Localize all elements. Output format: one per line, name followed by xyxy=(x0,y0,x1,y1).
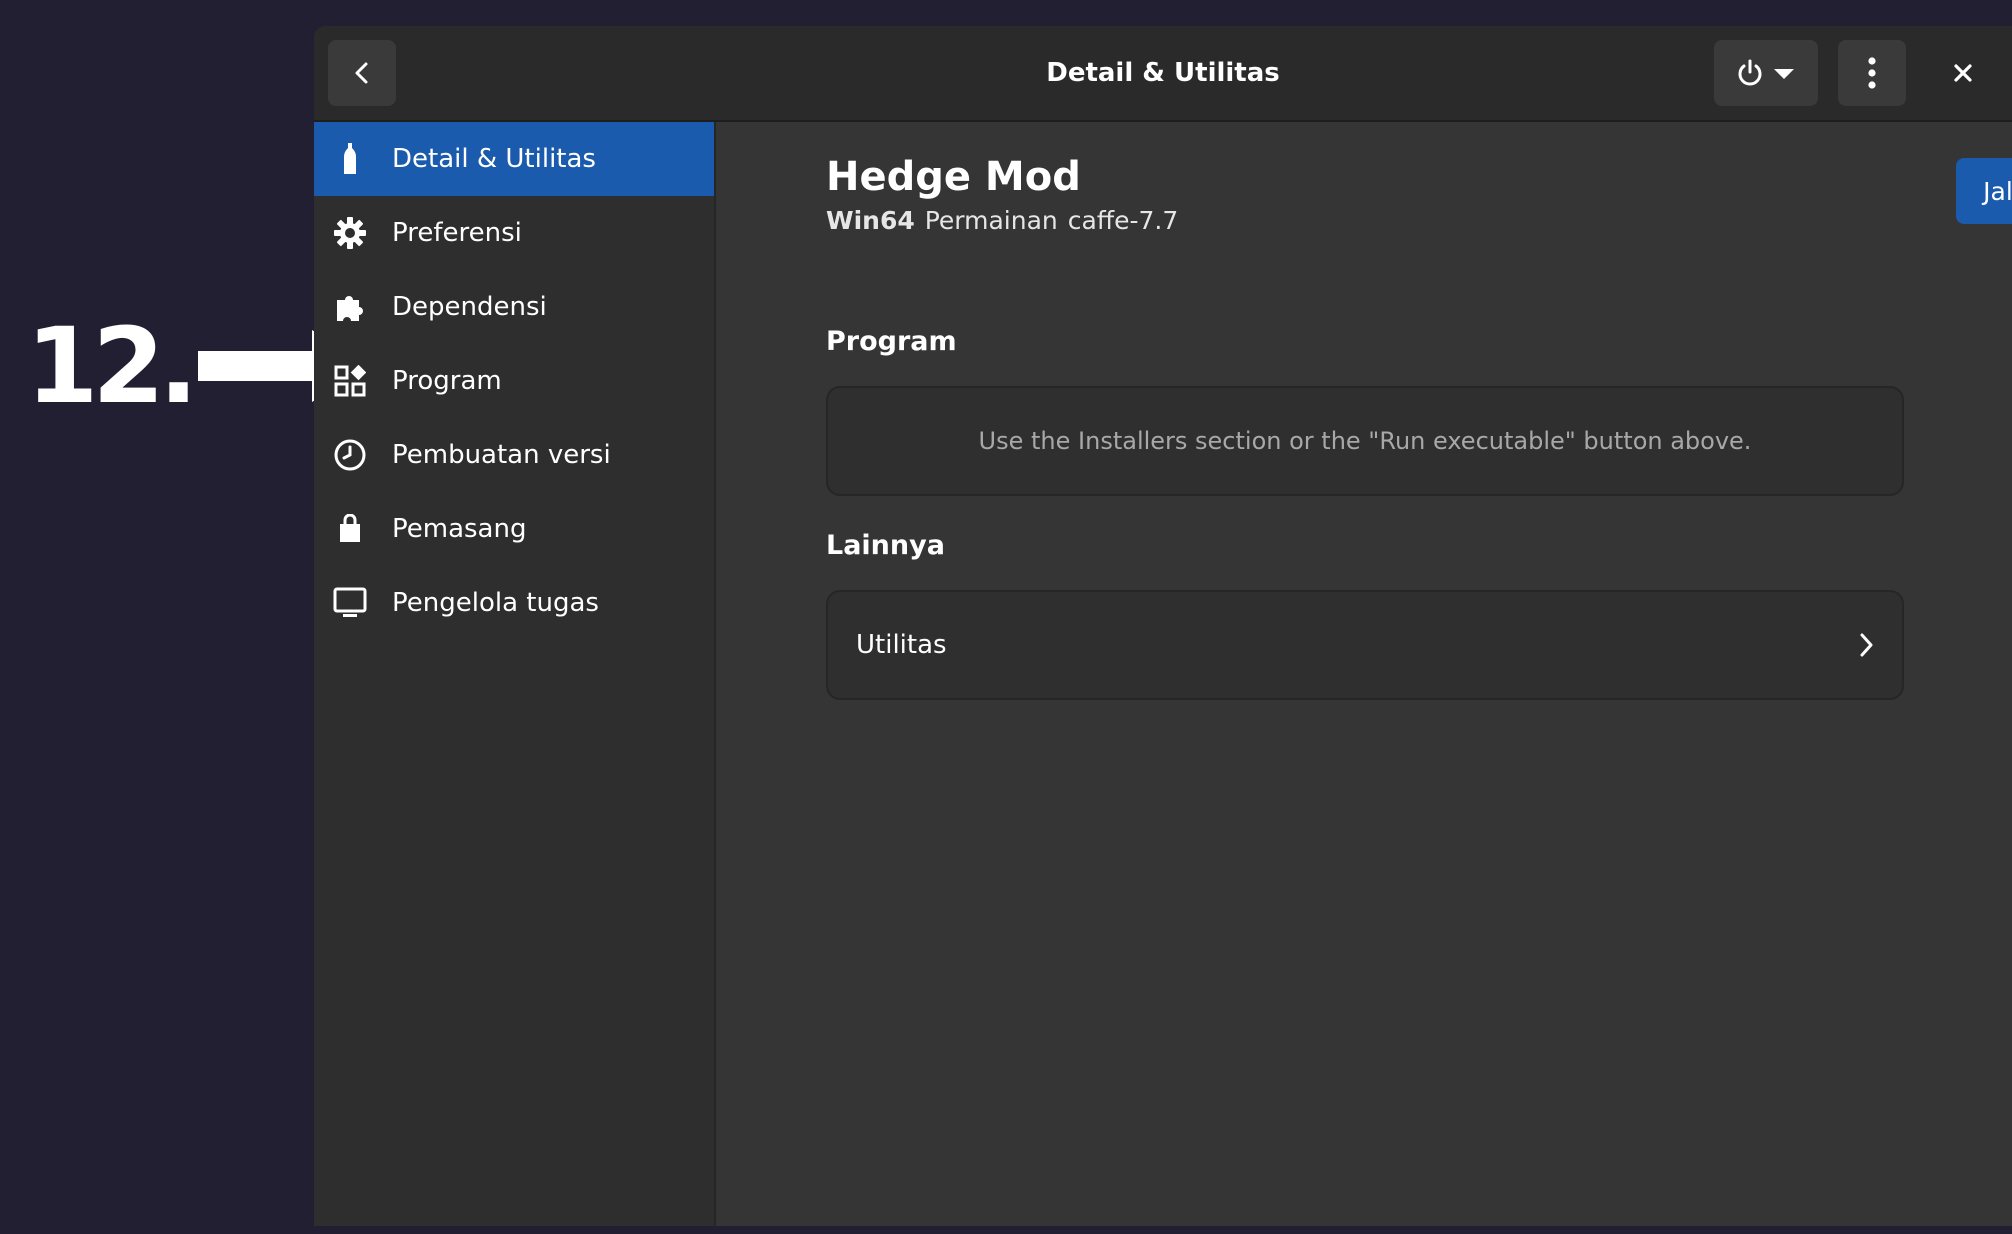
other-heading: Lainnya xyxy=(826,530,945,561)
sidebar-item-dependencies[interactable]: Dependensi xyxy=(314,270,714,344)
caret-down-icon xyxy=(1774,69,1794,79)
run-executable-split-button: Jalankan eksekusi xyxy=(1956,158,2012,224)
bottle-icon xyxy=(332,141,368,177)
sidebar-item-label: Pemasang xyxy=(392,514,527,544)
programs-empty-card: Use the Installers section or the "Run e… xyxy=(826,386,1904,496)
sidebar-item-label: Preferensi xyxy=(392,218,522,248)
utilities-row[interactable]: Utilitas xyxy=(826,590,1904,700)
grid-icon xyxy=(332,363,368,399)
main-menu-button[interactable] xyxy=(1838,40,1906,106)
power-menu-button[interactable] xyxy=(1714,40,1818,106)
clock-icon xyxy=(332,437,368,473)
power-icon xyxy=(1738,59,1762,86)
step-number: 12. xyxy=(26,305,198,427)
programs-empty-message: Use the Installers section or the "Run e… xyxy=(978,427,1752,455)
more-vertical-icon xyxy=(1868,57,1876,89)
sidebar-item-label: Dependensi xyxy=(392,292,547,322)
sidebar-item-label: Pembuatan versi xyxy=(392,440,611,470)
sidebar-item-label: Program xyxy=(392,366,502,396)
bottle-title: Hedge Mod xyxy=(826,154,1081,200)
puzzle-icon xyxy=(332,289,368,325)
environment-label: Permainan xyxy=(924,206,1058,235)
run-executable-button[interactable]: Jalankan eksekusi xyxy=(1956,158,2012,224)
sidebar-item-preferences[interactable]: Preferensi xyxy=(314,196,714,270)
utilities-label: Utilitas xyxy=(856,630,947,660)
sidebar-item-label: Detail & Utilitas xyxy=(392,144,596,174)
sidebar-item-label: Pengelola tugas xyxy=(392,588,599,618)
programs-heading: Program xyxy=(826,326,957,357)
gear-icon xyxy=(332,215,368,251)
sidebar-item-installers[interactable]: Pemasang xyxy=(314,492,714,566)
sidebar-item-details[interactable]: Detail & Utilitas xyxy=(314,122,714,196)
bottle-subtitle: Win64 Permainan caffe-7.7 xyxy=(826,206,1178,235)
sidebar-item-programs[interactable]: Program xyxy=(314,344,714,418)
bag-icon xyxy=(332,511,368,547)
close-icon xyxy=(1954,64,1972,82)
header-bar: Detail & Utilitas xyxy=(314,26,2012,122)
arch-label: Win64 xyxy=(826,206,915,235)
close-button[interactable] xyxy=(1930,40,1996,106)
app-window: Detail & Utilitas Detail & Utilitas Pref… xyxy=(314,26,2012,1226)
sidebar: Detail & Utilitas Preferensi Dependensi … xyxy=(314,122,716,1226)
sidebar-item-task-manager[interactable]: Pengelola tugas xyxy=(314,566,714,640)
main-content: Hedge Mod Win64 Permainan caffe-7.7 Jala… xyxy=(716,122,2012,1226)
runner-label: caffe-7.7 xyxy=(1067,206,1179,235)
monitor-icon xyxy=(332,585,368,621)
chevron-right-icon xyxy=(1860,633,1873,657)
sidebar-item-versioning[interactable]: Pembuatan versi xyxy=(314,418,714,492)
